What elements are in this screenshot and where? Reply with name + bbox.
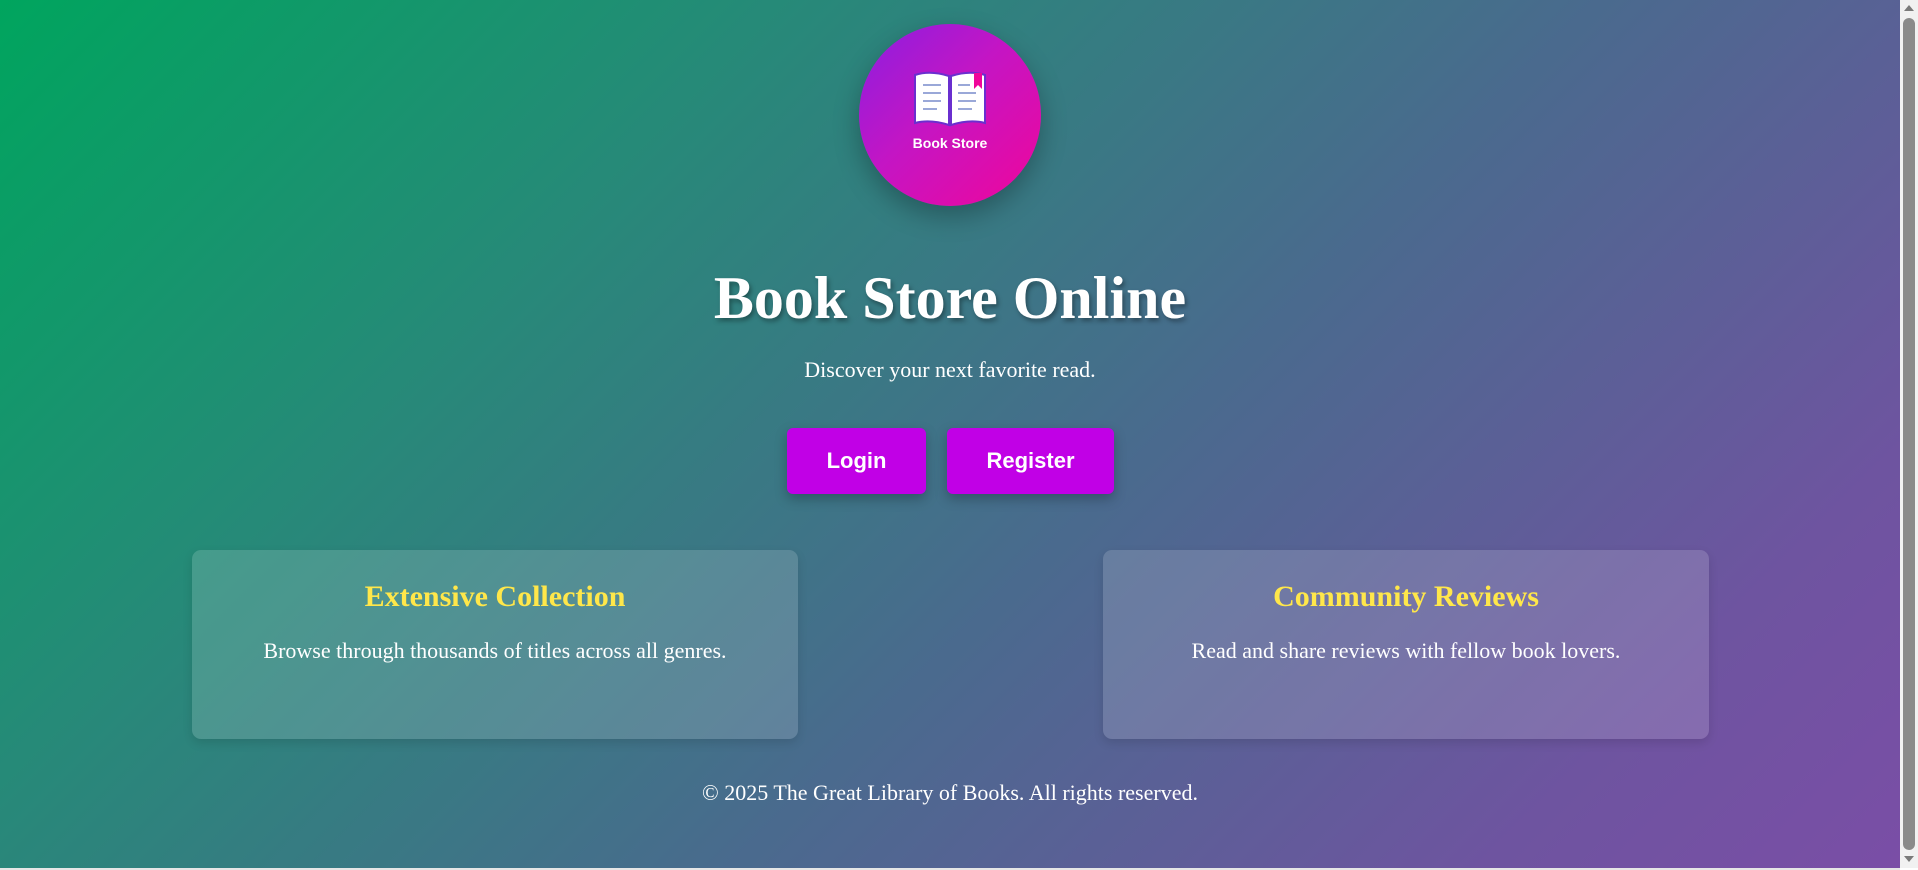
logo-text: Book Store [912,135,988,151]
page-subtitle: Discover your next favorite read. [804,357,1096,382]
feature-description: Browse through thousands of titles acros… [263,638,727,663]
scroll-down-arrow-icon[interactable] [1904,856,1914,862]
feature-card-reviews: Community Reviews Read and share reviews… [1103,550,1709,739]
feature-title: Extensive Collection [364,580,626,613]
register-button[interactable]: Register [947,428,1114,494]
feature-card-collection: Extensive Collection Browse through thou… [192,550,798,739]
scroll-up-arrow-icon[interactable] [1904,5,1914,11]
feature-title: Community Reviews [1273,580,1539,613]
vertical-scrollbar[interactable] [1900,0,1918,868]
footer-copyright: © 2025 The Great Library of Books. All r… [702,780,1198,805]
page-viewport: Book Store Book Store Online Discover yo… [0,0,1900,868]
landing-page: Book Store Book Store Online Discover yo… [0,0,1900,868]
feature-description: Read and share reviews with fellow book … [1191,638,1621,663]
logo: Book Store [859,24,1041,206]
page-title: Book Store Online [713,265,1187,331]
login-button[interactable]: Login [787,428,926,494]
open-book-icon [914,71,986,127]
scroll-thumb[interactable] [1903,18,1915,850]
